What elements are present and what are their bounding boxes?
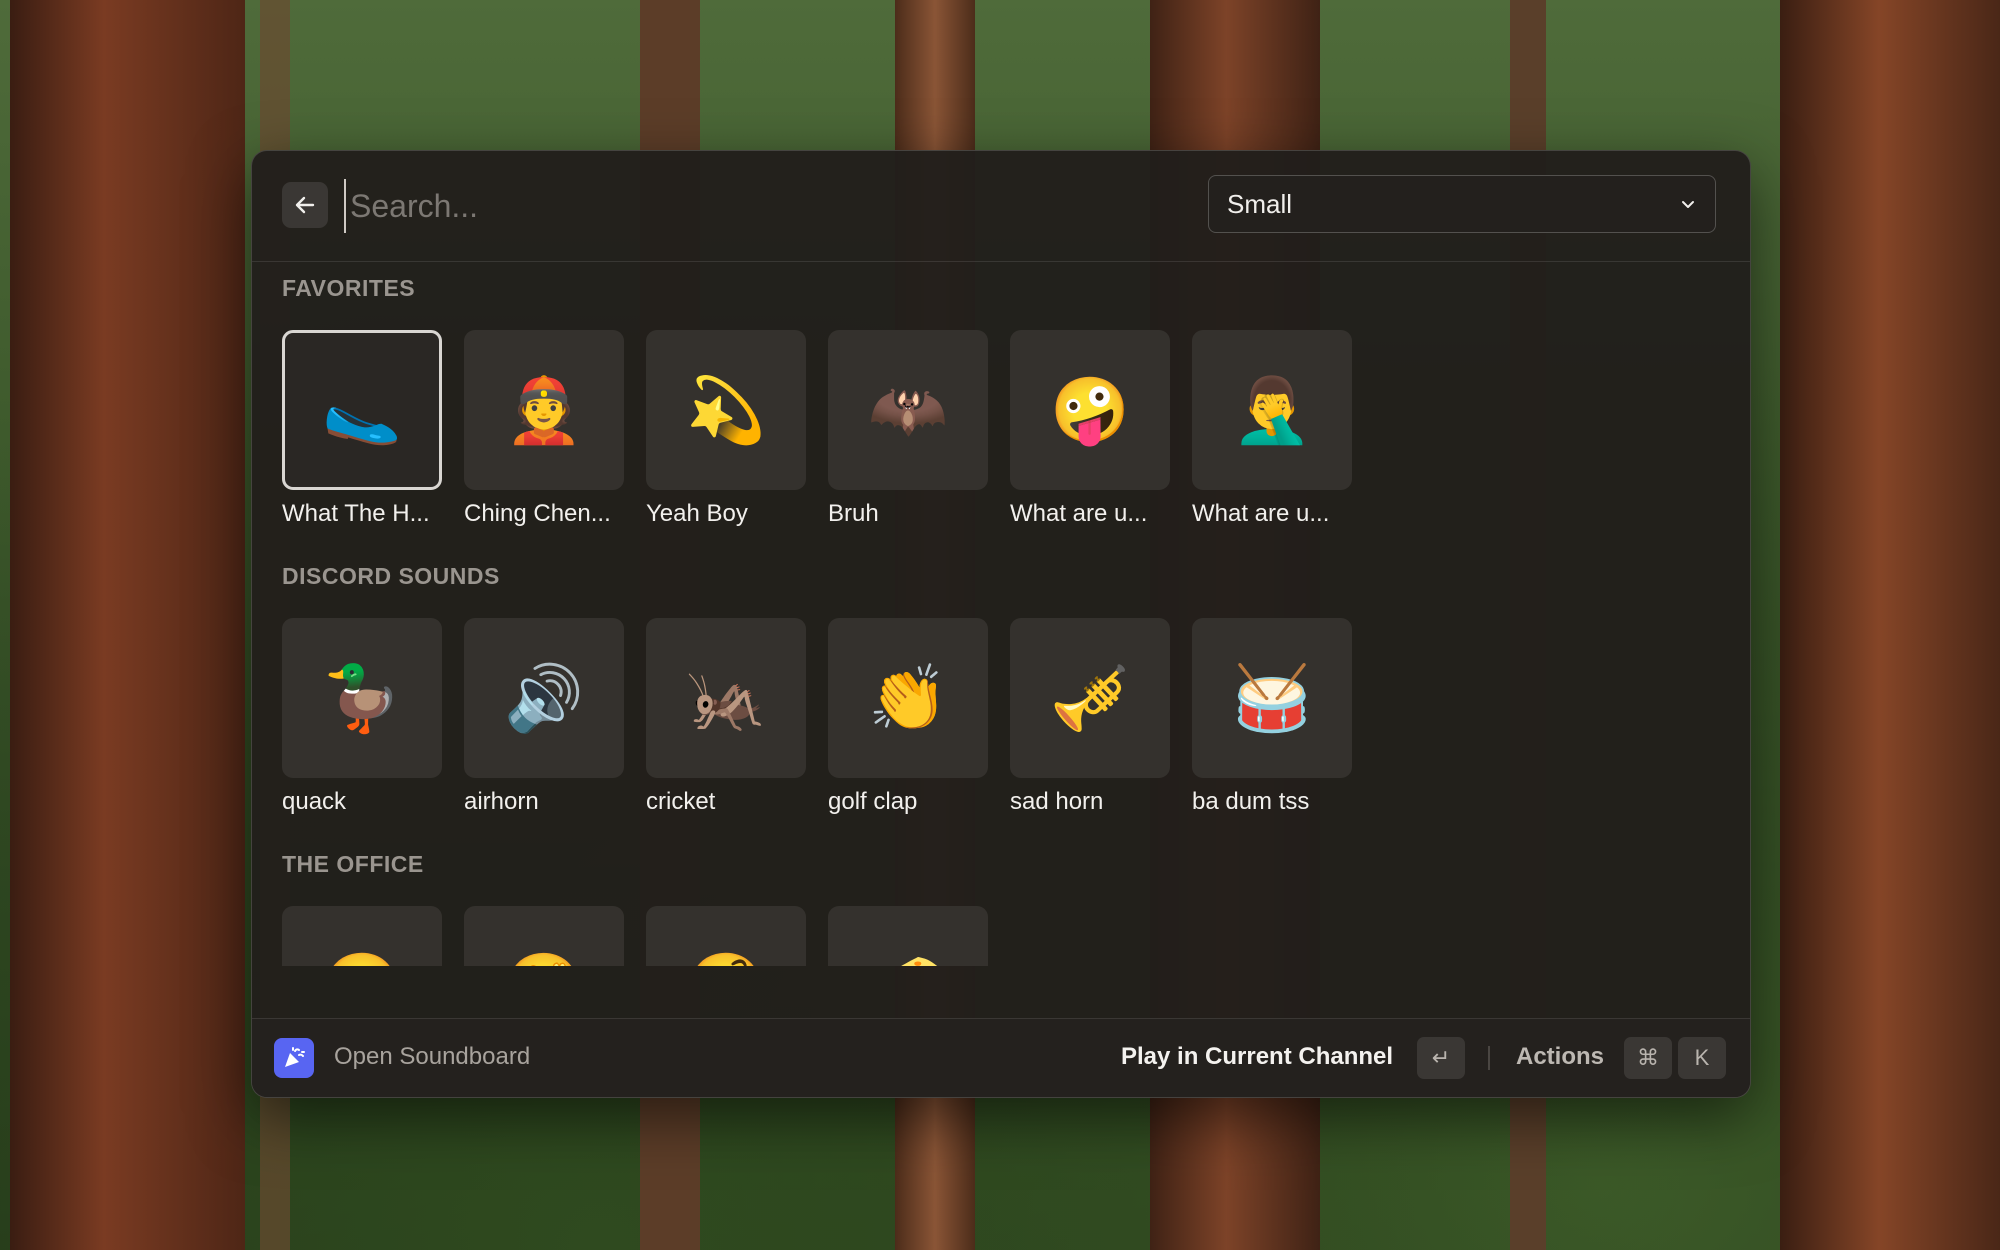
sound-emoji-icon: 🔊 <box>504 662 584 734</box>
sound-label: Ching Chen... <box>464 500 611 527</box>
sound-emoji-icon: 🤪 <box>1050 374 1130 446</box>
soundboard-window: Small FAVORITES 🥿 What The H... 👲 Ching Chen… <box>251 150 1751 1098</box>
size-dropdown[interactable]: Small <box>1208 175 1716 233</box>
sound-label: What The H... <box>282 500 430 527</box>
back-button[interactable] <box>282 182 328 228</box>
sound-tile[interactable]: 🧀 <box>828 906 988 966</box>
sound-emoji-icon: 🥁 <box>1232 662 1312 734</box>
sound-label: airhorn <box>464 788 539 815</box>
background-trunk <box>1780 0 2000 1250</box>
sound-tile[interactable]: 🔊 <box>464 618 624 778</box>
sound-tile[interactable]: 🫣 <box>464 906 624 966</box>
sound-tile[interactable]: 😖 <box>282 906 442 966</box>
sound-emoji-icon: 🥿 <box>322 374 402 446</box>
sound-label: Yeah Boy <box>646 500 748 527</box>
search-input[interactable] <box>344 179 1132 233</box>
actions-button[interactable]: Actions <box>1516 1043 1604 1071</box>
command-key-hint: ⌘ <box>1624 1037 1672 1079</box>
sound-emoji-icon: 🫣 <box>504 954 584 966</box>
sound-label: quack <box>282 788 347 815</box>
sound-label: ba dum tss <box>1192 788 1310 815</box>
sound-label: Bruh <box>828 500 879 527</box>
section-title-discord-sounds: DISCORD SOUNDS <box>282 563 500 589</box>
open-soundboard-link[interactable]: Open Soundboard <box>334 1043 530 1071</box>
play-current-channel-action[interactable]: Play in Current Channel <box>1121 1043 1393 1071</box>
section-title-the-office: THE OFFICE <box>282 851 424 877</box>
size-dropdown-value: Small <box>1227 188 1293 219</box>
sound-tile[interactable]: 🥁 <box>1192 618 1352 778</box>
sound-emoji-icon: 🦆 <box>322 662 402 734</box>
sound-tile[interactable]: 🧐 <box>646 906 806 966</box>
sound-emoji-icon: 🦗 <box>686 662 766 734</box>
sound-label: golf clap <box>828 788 918 815</box>
sound-emoji-icon: 🤦‍♂️ <box>1232 374 1312 446</box>
sound-emoji-icon: 😖 <box>322 954 402 966</box>
sound-tile[interactable]: 🎺 <box>1010 618 1170 778</box>
sound-emoji-icon: 💫 <box>686 374 766 446</box>
sound-label: What are u... <box>1192 500 1330 527</box>
sound-tile[interactable]: 💫 <box>646 330 806 490</box>
background-trunk <box>10 0 245 1250</box>
search-bar: Small <box>252 151 1750 262</box>
sound-tile[interactable]: 👲 <box>464 330 624 490</box>
sound-emoji-icon: 🧀 <box>868 954 948 966</box>
sound-tile[interactable]: 🤪 <box>1010 330 1170 490</box>
sound-tile[interactable]: 🥿 <box>282 330 442 490</box>
sound-tile[interactable]: 🦇 <box>828 330 988 490</box>
arrow-left-icon <box>295 196 315 214</box>
footer-bar: Open Soundboard Play in Current Channel … <box>252 1018 1750 1097</box>
sound-tile[interactable]: 🦗 <box>646 618 806 778</box>
chevron-down-icon <box>1682 201 1694 208</box>
sound-tile[interactable]: 🤦‍♂️ <box>1192 330 1352 490</box>
party-popper-icon <box>285 1047 305 1067</box>
sound-label: What are u... <box>1010 500 1148 527</box>
soundboard-app-icon <box>274 1038 314 1078</box>
enter-key-hint: ↵ <box>1417 1037 1465 1079</box>
sound-grid: FAVORITES 🥿 What The H... 👲 Ching Chen... 💫 Ye… <box>252 262 1750 966</box>
sound-emoji-icon: 👲 <box>504 374 584 446</box>
sound-label: cricket <box>646 788 716 815</box>
section-title-favorites: FAVORITES <box>282 275 416 301</box>
sound-tile[interactable]: 👏 <box>828 618 988 778</box>
sound-emoji-icon: 🦇 <box>868 374 948 446</box>
sound-label: sad horn <box>1010 788 1104 815</box>
k-key-hint: K <box>1678 1037 1726 1079</box>
sound-emoji-icon: 🎺 <box>1050 662 1130 734</box>
sound-emoji-icon: 👏 <box>868 662 948 734</box>
sound-tile[interactable]: 🦆 <box>282 618 442 778</box>
sound-emoji-icon: 🧐 <box>686 954 766 966</box>
footer-divider <box>1488 1046 1490 1070</box>
